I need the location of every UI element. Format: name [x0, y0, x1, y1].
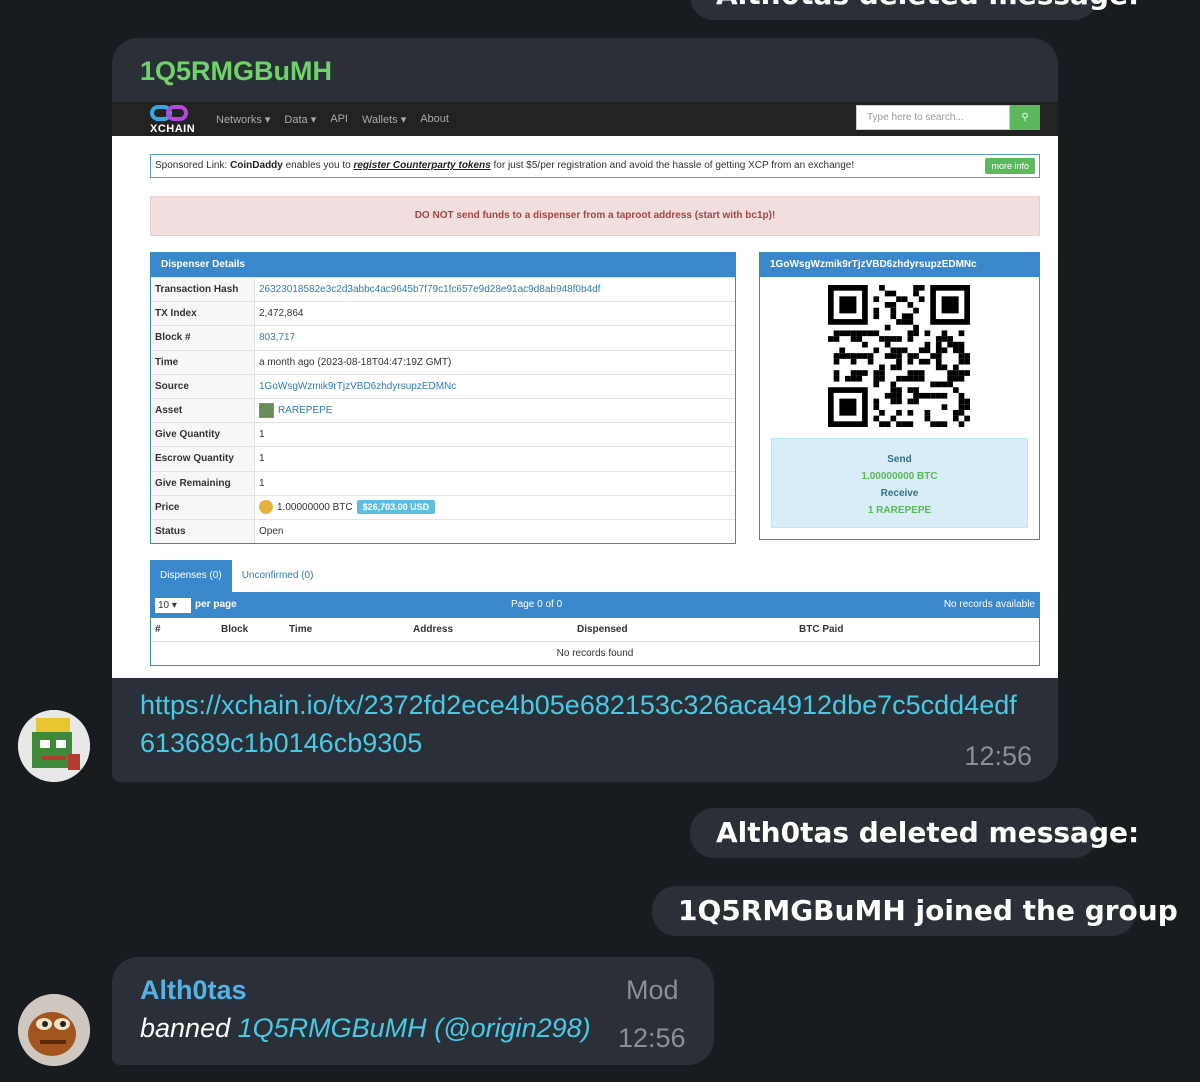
table-row: Price 1.00000000 BTC $26,703.00 USD [151, 494, 735, 519]
detail-key: Status [151, 519, 255, 544]
detail-key: Time [151, 350, 255, 374]
avatar[interactable] [18, 710, 90, 782]
column-header: Time [289, 624, 313, 635]
message-text: banned 1Q5RMGBuMH (@origin298) [140, 1013, 591, 1043]
mention-name[interactable]: 1Q5RMGBuMH [238, 1013, 427, 1043]
nav-networks[interactable]: Networks ▾ [216, 113, 270, 126]
detail-value: 1 [259, 429, 265, 441]
detail-key: TX Index [151, 302, 255, 326]
nav-data[interactable]: Data ▾ [284, 113, 316, 126]
detail-value: 2,472,864 [259, 308, 304, 320]
taproot-warning: DO NOT send funds to a dispenser from a … [150, 196, 1040, 236]
message-bubble[interactable]: 1Q5RMGBuMH XCHAIN Networks ▾ Data ▾ API … [112, 38, 1058, 782]
detail-value[interactable]: 803,717 [255, 332, 295, 343]
detail-key: Price [151, 495, 255, 519]
detail-key: Transaction Hash [151, 278, 255, 302]
dispense-tabs: Dispenses (0) Unconfirmed (0) [150, 560, 323, 592]
table-header: # Block Time Address Dispensed BTC Paid [151, 618, 1039, 642]
service-message-deleted: Alth0tas deleted message: [690, 808, 1139, 858]
table-row: Transaction Hash 26323018582e3c2d3abbc4ac… [151, 277, 735, 302]
message-link[interactable]: https://xchain.io/tx/2372fd2ece4b05e6821… [140, 686, 1030, 762]
per-page-select[interactable]: 10 ▾ [155, 598, 191, 613]
message-time: 12:56 [964, 741, 1032, 771]
sponsor-link[interactable]: register Counterparty tokens [353, 160, 490, 171]
empty-row: No records found [556, 648, 634, 659]
column-header: Block [221, 624, 249, 635]
role-badge: Mod [626, 975, 679, 1005]
usd-badge: $26,703.00 USD [356, 500, 436, 515]
sender-name[interactable]: Alth0tas [140, 975, 247, 1006]
avatar[interactable] [18, 994, 90, 1066]
column-header: BTC Paid [799, 624, 844, 635]
more-info-button[interactable]: more info [985, 158, 1035, 174]
detail-value: a month ago (2023-08-18T04:47:19Z GMT) [259, 356, 452, 368]
message-bubble[interactable]: Alth0tas Mod banned 1Q5RMGBuMH (@origin2… [112, 957, 714, 1065]
link-preview-image[interactable]: XCHAIN Networks ▾ Data ▾ API Wallets ▾ A… [112, 102, 1058, 678]
mention-handle[interactable]: (@origin298) [434, 1013, 590, 1043]
qr-address: 1GoWsgWzmik9rTjzVBD6zhdyrsupzEDMNc [760, 253, 1039, 277]
site-navbar: XCHAIN Networks ▾ Data ▾ API Wallets ▾ A… [112, 102, 1058, 136]
no-records-label: No records available [943, 599, 1035, 610]
tab-unconfirmed[interactable]: Unconfirmed (0) [232, 560, 324, 592]
xchain-logo[interactable]: XCHAIN [150, 102, 202, 136]
table-row: Time a month ago (2023-08-18T04:47:19Z GM… [151, 349, 735, 374]
message-time: 12:56 [618, 1023, 686, 1053]
detail-key: Give Quantity [151, 423, 255, 447]
qr-info-box: Send 1.00000000 BTC Receive 1 RAREPEPE [771, 438, 1028, 528]
table-row: Block #803,717 [151, 325, 735, 350]
sender-name[interactable]: 1Q5RMGBuMH [140, 56, 332, 87]
detail-key: Source [151, 374, 255, 398]
nav-about[interactable]: About [420, 113, 449, 125]
detail-value: Open [259, 525, 284, 537]
column-header: Address [413, 624, 454, 635]
table-row: Escrow Quantity 1 [151, 446, 735, 471]
qr-code [828, 285, 970, 427]
detail-key: Give Remaining [151, 471, 255, 495]
column-header: # [155, 624, 161, 635]
table-row: Asset RAREPEPE [151, 397, 735, 423]
panel-title: Dispenser Details [151, 253, 735, 277]
tab-dispenses[interactable]: Dispenses (0) [150, 560, 232, 592]
table-row: Source 1GoWsgWzmik9rTjzVBD6zhdyrsupzEDMNc [151, 373, 735, 398]
detail-value: 1 [259, 453, 265, 465]
detail-key: Block # [151, 326, 255, 350]
table-row: TX Index 2,472,864 [151, 301, 735, 326]
detail-value[interactable]: RAREPEPE [255, 403, 332, 419]
nav-api[interactable]: API [330, 113, 348, 125]
asset-icon [259, 403, 274, 419]
pager: Page 0 of 0 [511, 599, 563, 610]
detail-key: Escrow Quantity [151, 447, 255, 471]
bitcoin-icon [259, 500, 273, 515]
detail-value[interactable]: 1GoWsgWzmik9rTjzVBD6zhdyrsupzEDMNc [255, 381, 456, 392]
search-icon[interactable]: ⚲ [1010, 105, 1040, 130]
per-page-label: per page [195, 599, 237, 610]
detail-key: Asset [151, 398, 255, 423]
dispenser-details-panel: Dispenser Details Transaction Hash 263230… [150, 252, 736, 544]
detail-value: 1.00000000 BTC $26,703.00 USD [255, 500, 436, 515]
table-row: Give Quantity 1 [151, 422, 735, 447]
qr-panel: 1GoWsgWzmik9rTjzVBD6zhdyrsupzEDMNc Send … [759, 252, 1040, 540]
table-row: Give Remaining 1 [151, 470, 735, 495]
service-message-joined: 1Q5RMGBuMH joined the group [652, 886, 1178, 936]
detail-value[interactable]: 26323018582e3c2d3abbc4ac9645b7f79c1fc657… [255, 284, 600, 295]
column-header: Dispensed [577, 624, 628, 635]
search-input[interactable]: Type here to search... [856, 105, 1010, 130]
table-row: Status Open [151, 518, 735, 544]
service-message-deleted-top: Alth0tas deleted message: [690, 0, 1139, 20]
sponsored-link-banner: Sponsored Link: CoinDaddy enables you to… [150, 154, 1040, 178]
nav-wallets[interactable]: Wallets ▾ [362, 113, 406, 126]
detail-value: 1 [259, 477, 265, 489]
dispenses-table: 10 ▾ per page Page 0 of 0 No records ava… [150, 592, 1040, 666]
